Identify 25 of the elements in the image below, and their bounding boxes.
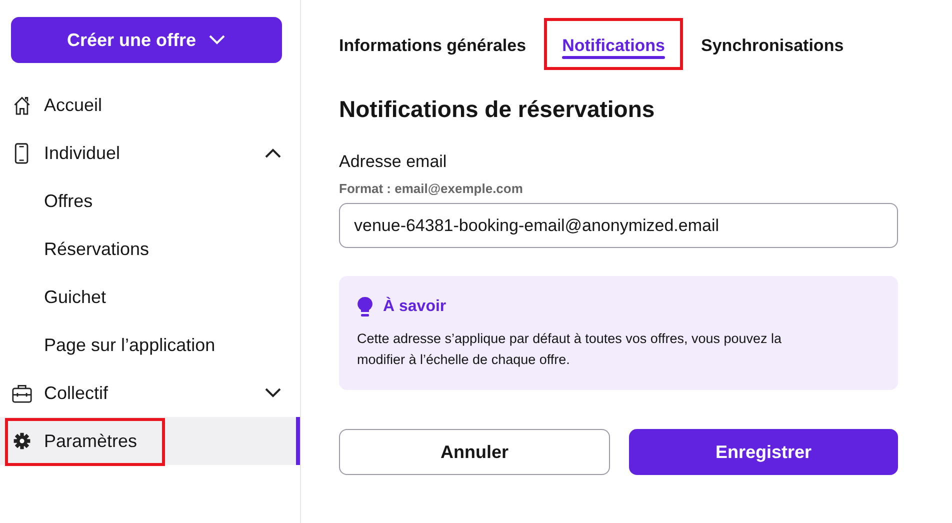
briefcase-icon xyxy=(12,382,32,404)
cancel-button[interactable]: Annuler xyxy=(339,429,610,475)
field-hint: Format : email@exemple.com xyxy=(339,181,524,196)
email-field[interactable]: venue-64381-booking-email@anonymized.email xyxy=(339,203,898,248)
tab[interactable]: Informations générales xyxy=(339,22,544,68)
nav-item[interactable]: Accueil xyxy=(0,81,300,129)
settings-icon xyxy=(12,430,32,452)
chevron-down-icon xyxy=(208,34,226,46)
field-label: Adresse email xyxy=(339,152,448,172)
lightbulb-icon xyxy=(357,296,373,318)
nav-item[interactable]: Guichet xyxy=(0,273,300,321)
nav-item[interactable]: Réservations xyxy=(0,225,300,273)
nav-item[interactable]: Collectif xyxy=(0,369,300,417)
section-title: Notifications de réservations xyxy=(339,96,656,123)
home-icon xyxy=(12,94,32,116)
save-button[interactable]: Enregistrer xyxy=(629,429,898,475)
tab[interactable]: Notifications xyxy=(544,22,684,68)
tab[interactable]: Synchronisations xyxy=(683,22,862,68)
callout-title: À savoir xyxy=(383,298,446,316)
callout-text: Cette adresse s’applique par défaut à toutes vos offres, vous pouvez la modifier à l’échelle de chaque offre. xyxy=(357,330,783,369)
nav-item[interactable]: Page sur l’application xyxy=(0,321,300,369)
create-offer-button[interactable]: Créer une offre xyxy=(11,17,282,63)
nav-item[interactable]: Individuel xyxy=(0,129,300,177)
nav-item[interactable]: Paramètres xyxy=(0,417,300,465)
nav-item[interactable]: Offres xyxy=(0,177,300,225)
